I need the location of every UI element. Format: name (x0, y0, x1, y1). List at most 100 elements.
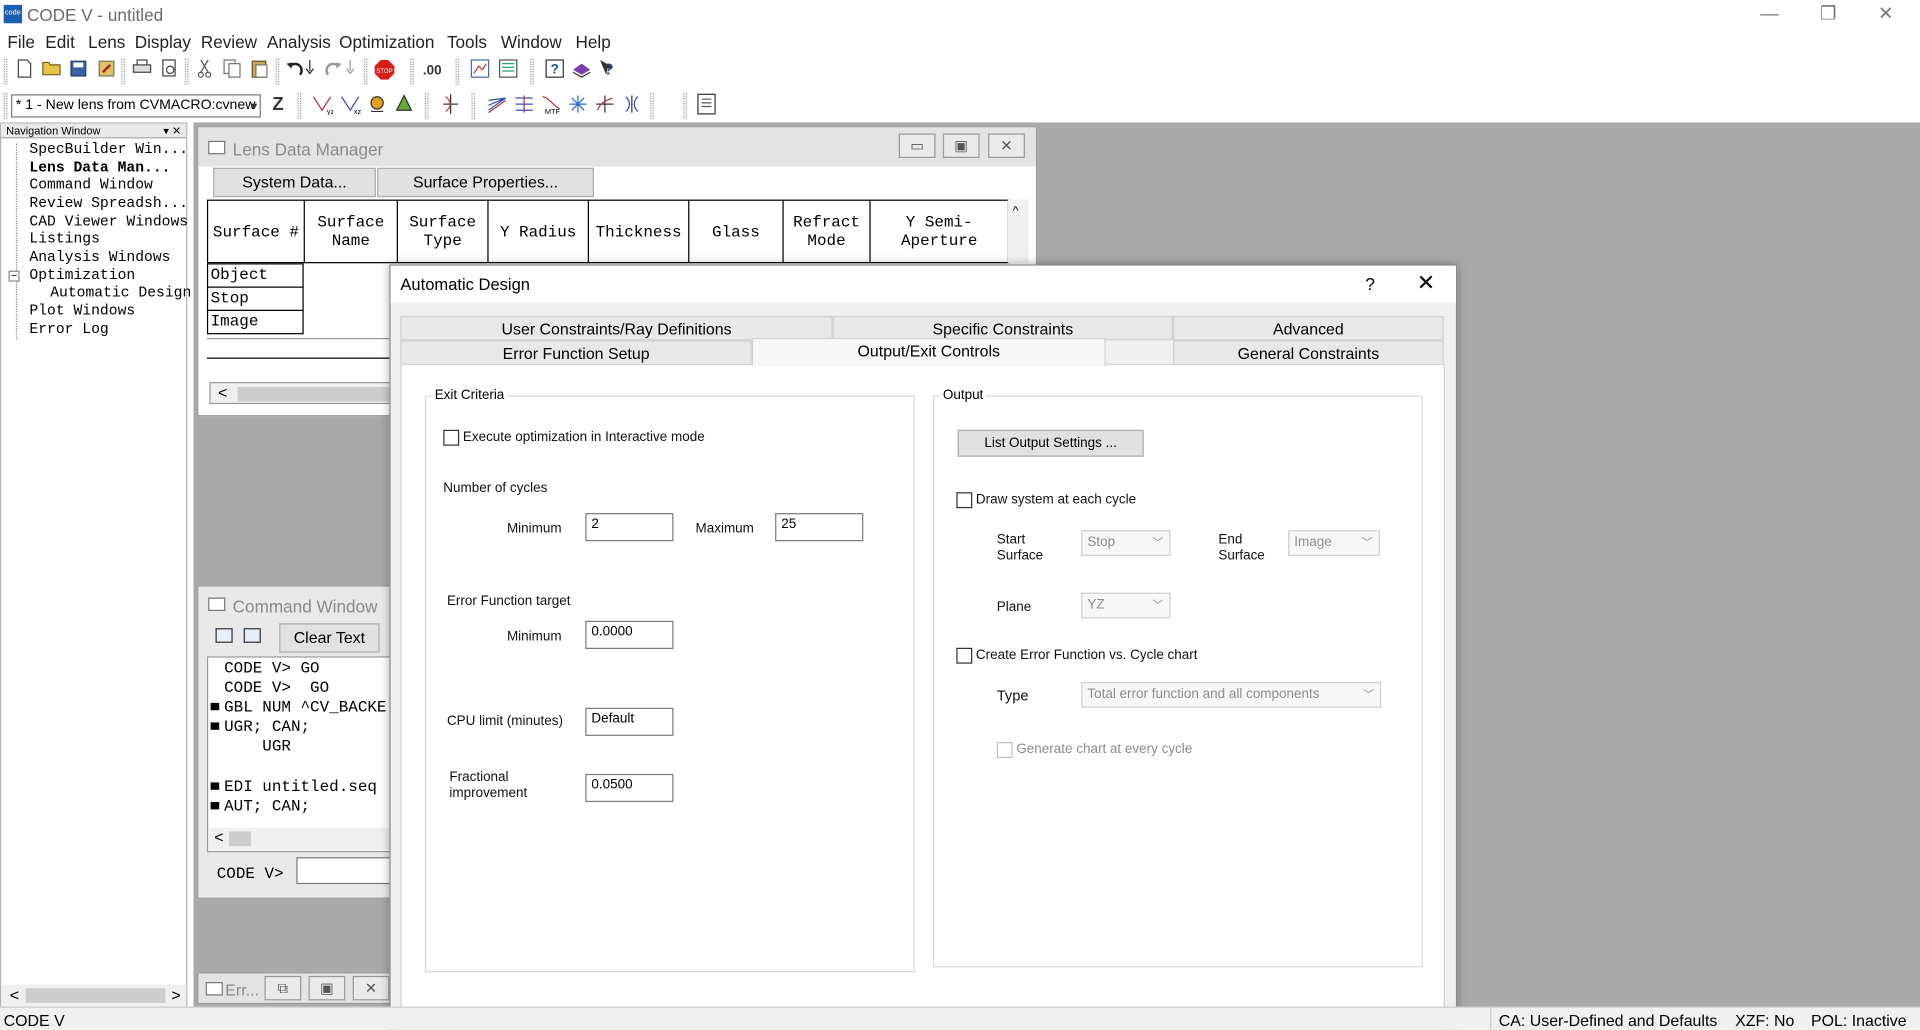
scroll-thumb[interactable] (228, 831, 252, 847)
tab-user-constraints[interactable]: User Constraints/Ray Definitions (400, 315, 833, 341)
menu-optimization[interactable]: Optimization (339, 32, 434, 52)
new-file-icon[interactable] (12, 59, 36, 83)
nav-item-plot-windows[interactable]: Plot Windows (29, 302, 135, 319)
row-stop[interactable]: Stop (206, 286, 304, 312)
ldm-vertical-scrollbar[interactable]: ^ (1007, 199, 1029, 264)
help-icon[interactable]: ? (542, 59, 566, 83)
err-restore-button[interactable]: ⧉ (264, 975, 302, 1001)
err-close-button[interactable]: ✕ (352, 975, 390, 1001)
dialog-help-button[interactable]: ? (1365, 274, 1375, 294)
system-data-button[interactable]: System Data... (213, 167, 376, 198)
menu-display[interactable]: Display (135, 32, 191, 52)
col-header-y-semi-aperture[interactable]: Y Semi-Aperture (871, 200, 1009, 263)
grid-icon[interactable] (243, 628, 261, 643)
cycles-min-input[interactable]: 2 (585, 513, 674, 542)
dialog-close-button[interactable]: ✕ (1417, 271, 1435, 297)
tab-advanced[interactable]: Advanced (1173, 315, 1444, 341)
nav-item-specbuilder[interactable]: SpecBuilder Win... (29, 141, 188, 158)
tree-collapse-toggle[interactable]: − (8, 270, 20, 282)
nav-window-controls[interactable]: ▾ ✕ (163, 124, 181, 139)
err-maximize-button[interactable]: ▣ (308, 975, 346, 1001)
redo-list-icon[interactable] (344, 59, 356, 83)
nav-item-cad-viewer[interactable]: CAD Viewer Windows (29, 213, 188, 230)
col-header-glass[interactable]: Glass (689, 200, 784, 263)
row-object[interactable]: Object (206, 263, 304, 288)
fractional-improvement-input[interactable]: 0.0500 (585, 773, 674, 803)
help-book-icon[interactable] (569, 59, 593, 83)
nav-item-analysis-windows[interactable]: Analysis Windows (29, 249, 170, 266)
nav-item-error-log[interactable]: Error Log (29, 321, 108, 338)
stop-icon[interactable]: STOP (372, 59, 396, 83)
clear-text-button[interactable]: Clear Text (279, 623, 380, 653)
interactive-mode-checkbox[interactable] (443, 429, 460, 446)
tab-general-constraints[interactable]: General Constraints (1173, 340, 1444, 365)
scroll-left-arrow[interactable]: < (218, 383, 227, 401)
open-folder-icon[interactable] (39, 59, 63, 83)
col-header-thickness[interactable]: Thickness (589, 200, 690, 263)
col-header-surface-name[interactable]: Surface Name (305, 200, 398, 263)
end-surface-select[interactable]: Image ﹀ (1288, 530, 1381, 556)
print-icon[interactable] (130, 59, 154, 83)
plane-select[interactable]: YZ ﹀ (1081, 592, 1171, 619)
save-as-icon[interactable] (94, 59, 118, 83)
scroll-thumb[interactable] (25, 988, 166, 1003)
menu-review[interactable]: Review (201, 32, 257, 52)
ldm-close-button[interactable]: ✕ (988, 133, 1025, 158)
col-header-surface-type[interactable]: Surface Type (398, 200, 489, 263)
ldm-minimize-button[interactable]: ▭ (898, 133, 936, 158)
distortion-icon[interactable] (512, 93, 536, 117)
nav-item-lens-data-manager[interactable]: Lens Data Man... (29, 159, 170, 176)
copy-icon[interactable] (220, 59, 244, 83)
nav-item-listings[interactable]: Listings (29, 230, 100, 247)
col-header-surface-num[interactable]: Surface # (208, 200, 305, 263)
menu-window[interactable]: Window (501, 32, 562, 52)
yz-fan-icon[interactable]: yz (310, 93, 335, 117)
spot-icon[interactable] (365, 93, 389, 117)
lens-list-icon[interactable] (496, 59, 520, 83)
collapse-marker[interactable] (210, 702, 220, 711)
chart-type-select[interactable]: Total error function and all components ﹀ (1081, 682, 1382, 708)
error-log-window-minimized[interactable]: Err... ⧉ ▣ ✕ (197, 972, 394, 1005)
ray-icon[interactable] (392, 93, 416, 117)
draw-system-checkbox[interactable] (956, 492, 973, 509)
scroll-up-arrow[interactable]: ^ (1013, 204, 1019, 217)
tab-output-exit-controls[interactable]: Output/Exit Controls (751, 337, 1106, 367)
menu-file[interactable]: File (7, 32, 35, 52)
col-header-refract-mode[interactable]: Refract Mode (784, 200, 871, 263)
context-help-icon[interactable]: ? (596, 59, 620, 83)
row-image[interactable]: Image (206, 309, 304, 335)
tab-error-function-setup[interactable]: Error Function Setup (400, 340, 752, 365)
nav-item-command-window[interactable]: Command Window (29, 176, 152, 193)
scroll-right-arrow[interactable]: > (171, 986, 180, 1004)
nav-horizontal-scrollbar[interactable]: < > (1, 984, 187, 1007)
nav-item-review-spreadsheets[interactable]: Review Spreadsh... (29, 195, 188, 212)
scroll-left-arrow[interactable]: < (10, 986, 19, 1004)
menu-edit[interactable]: Edit (45, 32, 75, 52)
field-curve-icon[interactable] (438, 93, 462, 117)
menu-help[interactable]: Help (576, 32, 611, 52)
layout-icon[interactable] (485, 93, 509, 117)
every-cycle-checkbox[interactable] (996, 742, 1013, 758)
collapse-marker[interactable] (210, 722, 220, 730)
cycles-max-input[interactable]: 25 (775, 513, 864, 542)
collapse-marker[interactable] (210, 782, 220, 790)
list-icon[interactable] (215, 628, 233, 643)
command-input[interactable] (296, 857, 395, 885)
cpu-limit-input[interactable]: Default (585, 707, 674, 736)
menu-tools[interactable]: Tools (447, 32, 487, 52)
precision-icon[interactable]: .00 (420, 59, 444, 83)
menu-analysis[interactable]: Analysis (267, 32, 331, 52)
tab-specific-constraints[interactable]: Specific Constraints (832, 315, 1174, 341)
aberration-icon[interactable] (593, 93, 617, 117)
undo-list-icon[interactable] (304, 59, 316, 83)
xz-fan-icon[interactable]: xz (338, 93, 362, 117)
psf-icon[interactable] (566, 93, 590, 117)
wave-icon[interactable] (620, 93, 644, 117)
mtf-icon[interactable]: MTF (539, 93, 563, 117)
redo-icon[interactable] (321, 59, 345, 83)
ef-min-input[interactable]: 0.0000 (585, 620, 674, 649)
nav-item-optimization[interactable]: Optimization (29, 267, 135, 284)
collapse-marker[interactable] (210, 802, 220, 810)
cut-icon[interactable] (192, 59, 216, 83)
print-preview-icon[interactable] (157, 59, 181, 83)
